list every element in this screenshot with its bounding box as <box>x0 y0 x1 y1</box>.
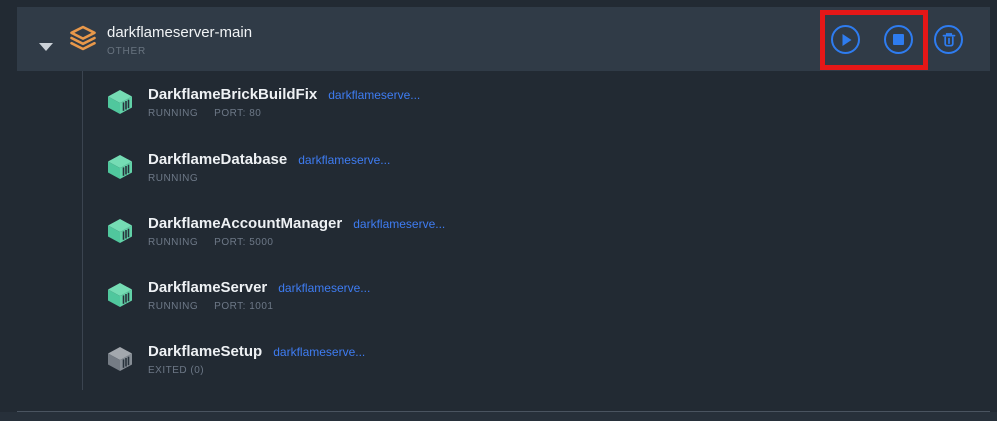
container-cube-icon <box>105 153 135 181</box>
container-status: RUNNING <box>148 173 198 184</box>
stack-type-label: OTHER <box>107 46 252 57</box>
container-cube-icon <box>105 281 135 309</box>
delete-stack-button[interactable] <box>934 25 963 54</box>
container-status: RUNNING <box>148 108 198 119</box>
container-row[interactable]: DarkflameServer darkflameserve... RUNNIN… <box>105 279 370 312</box>
container-name: DarkflameServer <box>148 279 267 296</box>
footer-strip <box>0 412 997 421</box>
container-cube-icon <box>105 345 135 373</box>
stack-panel: darkflameserver-main OTHER Darkf <box>0 0 997 421</box>
stop-icon <box>893 34 904 45</box>
container-port: PORT: 5000 <box>214 237 273 248</box>
container-image-link[interactable]: darkflameserve... <box>298 153 390 167</box>
container-port: PORT: 1001 <box>214 301 273 312</box>
trash-icon <box>940 31 958 49</box>
container-name: DarkflameSetup <box>148 343 262 360</box>
container-name: DarkflameAccountManager <box>148 215 342 232</box>
container-status: EXITED (0) <box>148 365 204 376</box>
container-image-link[interactable]: darkflameserve... <box>278 281 370 295</box>
container-status: RUNNING <box>148 301 198 312</box>
stack-header[interactable]: darkflameserver-main OTHER <box>17 7 990 71</box>
start-stack-button[interactable] <box>831 25 860 54</box>
container-row[interactable]: DarkflameSetup darkflameserve... EXITED … <box>105 343 365 376</box>
stop-stack-button[interactable] <box>884 25 913 54</box>
container-name: DarkflameDatabase <box>148 151 287 168</box>
play-icon <box>841 33 853 47</box>
container-row[interactable]: DarkflameAccountManager darkflameserve..… <box>105 215 445 248</box>
container-image-link[interactable]: darkflameserve... <box>273 345 365 359</box>
stack-name: darkflameserver-main <box>107 24 252 42</box>
container-image-link[interactable]: darkflameserve... <box>328 88 420 102</box>
container-port: PORT: 80 <box>214 108 261 119</box>
container-name: DarkflameBrickBuildFix <box>148 86 317 103</box>
container-row[interactable]: DarkflameDatabase darkflameserve... RUNN… <box>105 151 390 184</box>
container-image-link[interactable]: darkflameserve... <box>353 217 445 231</box>
container-cube-icon <box>105 217 135 245</box>
container-status: RUNNING <box>148 237 198 248</box>
tree-indent-line <box>82 71 83 390</box>
stack-layers-icon <box>68 25 98 58</box>
chevron-down-icon[interactable] <box>39 43 53 51</box>
container-row[interactable]: DarkflameBrickBuildFix darkflameserve...… <box>105 86 420 119</box>
container-cube-icon <box>105 88 135 116</box>
